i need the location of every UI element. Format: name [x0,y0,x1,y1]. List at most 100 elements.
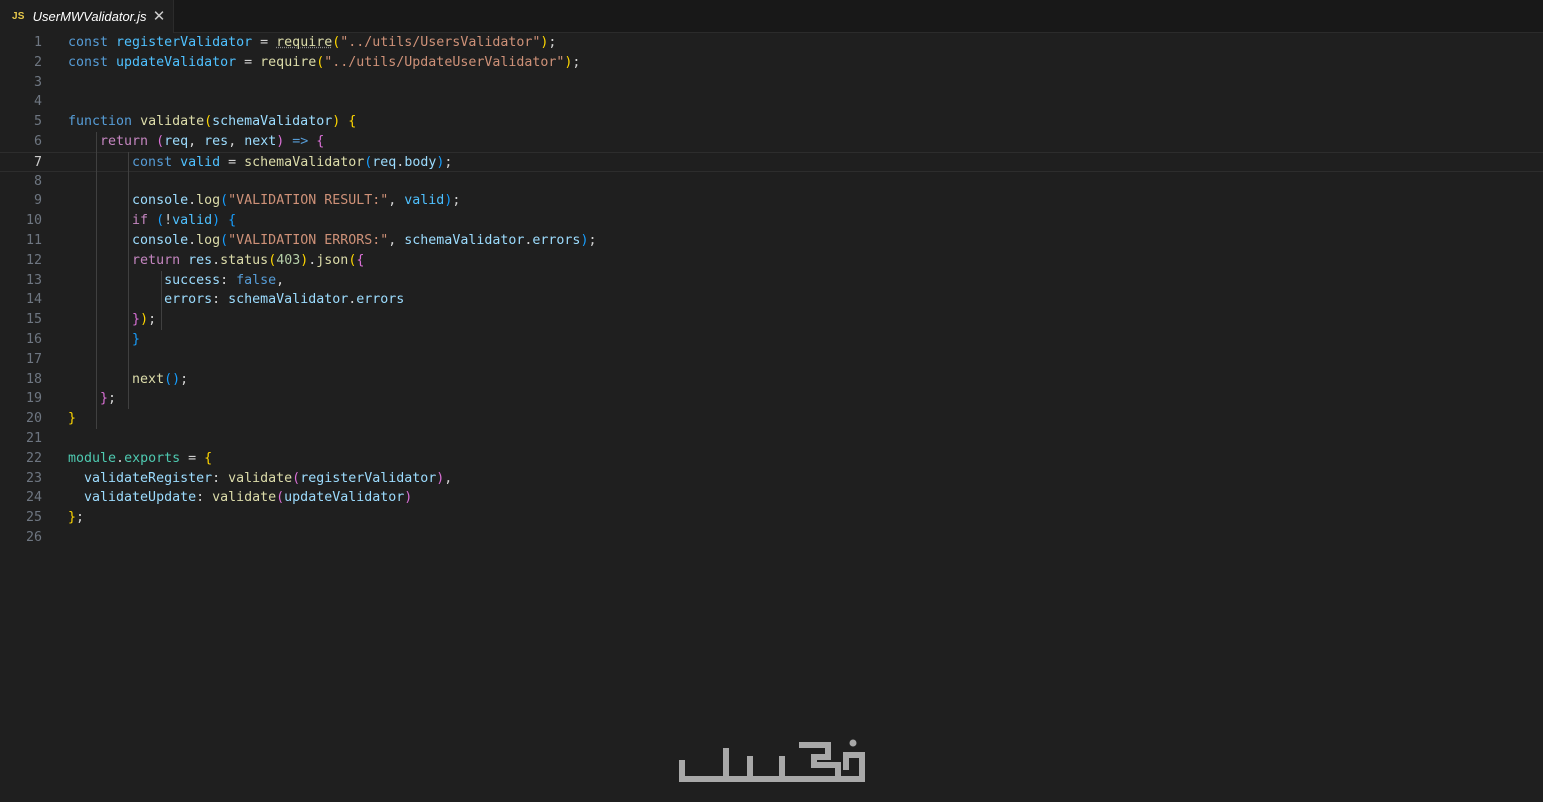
code-line[interactable]: 3 [0,73,1543,93]
code-token: registerValidator [116,35,253,50]
code-text: }; [68,389,116,409]
code-line[interactable]: 6 return (req, res, next) => { [0,132,1543,152]
code-line[interactable]: 16 } [0,330,1543,350]
code-text: errors: schemaValidator.errors [68,290,404,310]
code-line[interactable]: 26 [0,528,1543,548]
code-line[interactable]: 20} [0,409,1543,429]
tab-usermwvalidator[interactable]: JS UserMWValidator.js ✕ [0,0,174,33]
code-text: return res.status(403).json({ [68,251,364,271]
code-line[interactable]: 8 [0,172,1543,192]
code-token: req [164,134,189,149]
code-token: , [444,470,453,486]
code-token: "../utils/UsersValidator" [340,35,541,50]
code-token: ; [76,510,85,526]
code-line[interactable]: 13 success: false, [0,271,1543,291]
indent-guide [128,151,130,410]
code-token: errors [356,292,405,308]
code-token: "VALIDATION ERRORS:" [228,233,389,248]
code-token: , [276,272,285,288]
code-editor[interactable]: 1 const registerValidator = require("../u… [0,33,1543,802]
code-token: ( [220,233,229,248]
code-token: console [132,233,189,248]
code-text: const updateValidator = require("../util… [68,53,580,73]
code-line[interactable]: 15 }); [0,310,1543,330]
code-line[interactable]: 11 console.log("VALIDATION ERRORS:", sch… [0,231,1543,251]
code-text: const registerValidator = require("../ut… [68,33,556,53]
code-token: schemaValidator [244,154,365,170]
code-token: { [348,114,357,130]
code-line[interactable]: 21 [0,429,1543,449]
code-token: ; [572,54,581,70]
khamsat-logo [679,739,865,782]
line-number: 13 [25,272,42,288]
code-token: "../utils/UpdateUserValidator" [324,54,565,70]
code-token: return [132,252,181,268]
code-line[interactable]: 17 [0,350,1543,370]
code-line[interactable]: 12 return res.status(403).json({ [0,251,1543,271]
code-token: errors [532,233,581,248]
code-token: const [132,154,173,170]
line-number: 23 [25,470,42,486]
code-line[interactable]: 25}; [0,508,1543,528]
line-number: 5 [33,114,42,130]
code-line[interactable]: 1 const registerValidator = require("../u… [0,33,1543,53]
close-icon[interactable]: ✕ [150,7,168,25]
code-line[interactable]: 10 if (!valid) { [0,211,1543,231]
code-token: req [372,154,397,170]
code-text: module.exports = { [68,449,212,469]
code-token: { [356,252,365,268]
code-token: ( [276,490,285,506]
code-token: if [132,213,149,229]
code-token: ) [404,490,413,506]
code-token: next [132,371,165,387]
code-line[interactable]: 5 function validate(schemaValidator) { [0,112,1543,132]
code-line[interactable]: 18 next(); [0,370,1543,390]
code-token: : [196,490,213,506]
line-number: 15 [25,312,42,328]
code-line[interactable]: 2 const updateValidator = require("../uti… [0,53,1543,73]
code-token: validate [212,490,277,506]
code-text: const valid = schemaValidator(req.body); [68,153,452,173]
code-token: validate [140,114,205,130]
code-text: }); [68,310,156,330]
code-token: const [68,54,109,70]
code-line[interactable]: 19 }; [0,389,1543,409]
code-token: () [164,371,181,387]
code-token: ! [164,213,173,229]
code-line[interactable]: 4 [0,92,1543,112]
editor-tab-bar: JS UserMWValidator.js ✕ [0,0,1543,33]
code-token: , [188,134,205,149]
code-token: return [100,134,149,149]
indent-guide [160,270,162,330]
code-line[interactable]: 9 console.log("VALIDATION RESULT:", vali… [0,191,1543,211]
code-line[interactable]: 7 const valid = schemaValidator(req.body… [0,151,1543,173]
code-text: } [68,409,76,429]
code-line[interactable]: 14 errors: schemaValidator.errors [0,290,1543,310]
code-token: } [132,312,141,328]
line-number: 24 [25,490,42,506]
line-number: 7 [33,154,42,170]
code-token: ; [108,391,117,407]
line-number: 3 [33,74,42,90]
code-token: registerValidator [300,470,437,486]
code-token: updateValidator [116,54,237,70]
code-token: ) [140,312,149,328]
code-token: ; [588,233,597,248]
code-token: => [292,134,309,149]
code-line[interactable]: 24 validateUpdate: validate(updateValida… [0,488,1543,508]
code-line[interactable]: 23 validateRegister: validate(registerVa… [0,469,1543,489]
code-token: ) [212,213,221,229]
code-text: function validate(schemaValidator) { [68,112,356,132]
code-line[interactable]: 22 module.exports = { [0,449,1543,469]
code-token: schemaValidator [212,114,333,130]
code-text: validateUpdate: validate(updateValidator… [68,488,412,508]
